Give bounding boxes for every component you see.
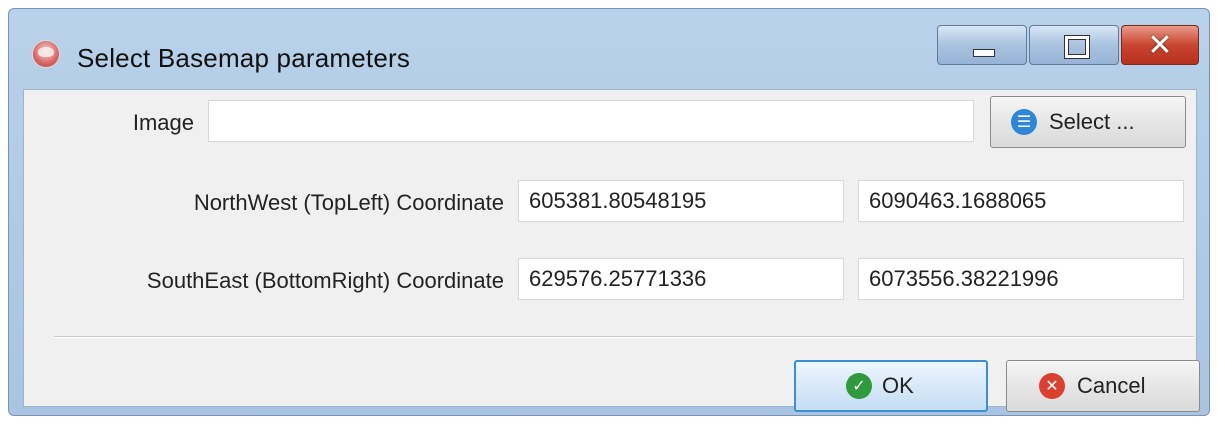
close-button[interactable]: ✕: [1121, 25, 1199, 65]
southeast-y-input[interactable]: 6073556.38221996: [858, 258, 1184, 300]
southeast-label: SouthEast (BottomRight) Coordinate: [146, 268, 504, 293]
list-icon: ☰: [1011, 109, 1037, 135]
dialog-window: Select Basemap parameters ✕ Image ☰ Sele…: [8, 8, 1210, 416]
southeast-x-input[interactable]: 629576.25771336: [518, 258, 844, 300]
select-image-button[interactable]: ☰ Select ...: [990, 96, 1186, 148]
minimize-icon: [973, 49, 995, 57]
image-path-input[interactable]: [208, 100, 974, 142]
close-icon: ✕: [1147, 28, 1173, 63]
window-title: Select Basemap parameters: [77, 43, 411, 73]
separator: [54, 336, 1194, 338]
cancel-button[interactable]: ✕ Cancel: [1006, 360, 1200, 412]
northwest-label: NorthWest (TopLeft) Coordinate: [193, 190, 504, 215]
image-label: Image: [132, 110, 194, 135]
select-button-label: Select ...: [1049, 109, 1135, 134]
ok-button[interactable]: ✓ OK: [794, 360, 988, 412]
maximize-icon: [1065, 36, 1089, 58]
basemap-app-icon: [31, 39, 61, 69]
title-bar[interactable]: Select Basemap parameters ✕: [9, 9, 1209, 89]
minimize-button[interactable]: [937, 25, 1027, 65]
dialog-content: Image ☰ Select ... NorthWest (TopLeft) C…: [23, 89, 1200, 412]
check-icon: ✓: [846, 373, 872, 399]
northwest-y-input[interactable]: 6090463.1688065: [858, 180, 1184, 222]
ok-button-label: OK: [882, 373, 914, 398]
maximize-button[interactable]: [1029, 25, 1119, 65]
cancel-button-label: Cancel: [1077, 373, 1146, 398]
cancel-icon: ✕: [1039, 373, 1065, 399]
northwest-x-input[interactable]: 605381.80548195: [518, 180, 844, 222]
